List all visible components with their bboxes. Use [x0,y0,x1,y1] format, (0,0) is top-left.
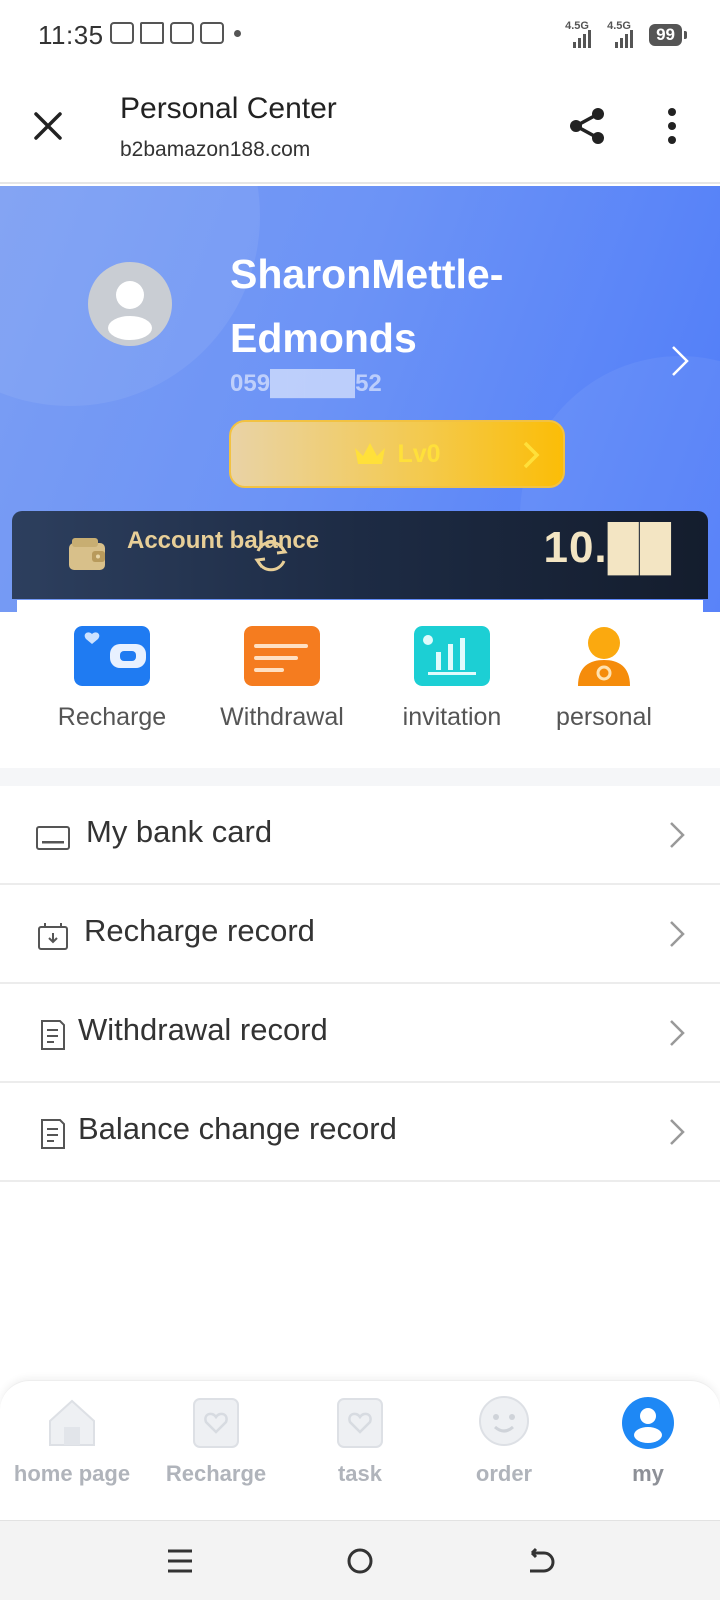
quick-actions: Recharge Withdrawal invitation personal [17,600,703,768]
chevron-right-icon [670,1119,685,1145]
tab-label: my [632,1461,664,1486]
recharge-action[interactable]: Recharge [42,626,182,732]
menu-item-recharge-record[interactable]: Recharge record [0,885,720,984]
app-notification-icon [170,22,194,44]
status-bar: 11:35 4.5G 4.5G 99 [0,0,720,72]
balance-card: Account balance 10.██ [12,511,708,599]
menu-item-label: Balance change record [78,1111,397,1146]
game-notification-icon [200,22,224,44]
action-label: Recharge [57,703,167,731]
more-notifications-dot-icon [234,29,241,37]
menu-icon[interactable] [160,1541,200,1581]
crown-icon [355,443,386,464]
balance-value: 10.██ [543,523,672,572]
signal-icon: 4.5G [565,20,597,48]
recharge-record-icon [38,923,68,950]
tab-home[interactable]: home page [12,1395,132,1488]
personal-action[interactable]: personal [534,626,674,732]
close-icon [34,112,62,140]
notification-icons [110,22,241,44]
tab-task[interactable]: task [300,1395,420,1488]
document-icon [41,1119,65,1149]
withdrawal-action[interactable]: Withdrawal [212,626,352,732]
invitation-action[interactable]: invitation [382,626,522,732]
username: SharonMettle-Edmonds [230,251,504,361]
battery-icon: 99 [649,24,687,46]
share-icon [570,108,604,144]
chevron-right-icon [523,441,540,469]
system-navigation-bar [0,1520,720,1600]
vip-level-button[interactable]: Lv0 [229,420,565,488]
tab-my[interactable]: my [588,1395,708,1488]
page-title: Personal Center [120,92,337,125]
action-label: invitation [402,703,502,731]
signal-icon: 4.5G [607,20,639,48]
bill-icon [244,626,320,686]
browser-header: Personal Center b2bamazon188.com [0,72,720,184]
status-time: 11:35 [38,20,104,50]
tab-label: Recharge [165,1461,267,1486]
avatar[interactable] [88,262,172,346]
chevron-right-icon [670,1020,685,1046]
user-gear-icon [578,627,630,686]
menu-item-bank-card[interactable]: My bank card [0,786,720,885]
section-divider [0,768,720,786]
more-vertical-icon [668,108,676,144]
home-button-icon[interactable] [340,1541,380,1581]
document-icon [41,1020,65,1050]
share-button[interactable] [566,104,610,148]
tab-label: home page [13,1461,131,1486]
menu-item-label: Recharge record [84,913,315,948]
close-button[interactable] [26,104,70,148]
menu-item-withdrawal-record[interactable]: Withdrawal record [0,984,720,1083]
action-label: Withdrawal [220,703,344,731]
refresh-icon[interactable] [250,535,292,577]
tab-recharge[interactable]: Recharge [156,1395,276,1488]
heart-card-icon [337,1398,383,1448]
page-url: b2bamazon188.com [120,138,311,161]
back-icon[interactable] [520,1541,560,1581]
tab-label: order [475,1461,533,1486]
wallet-card-icon [74,626,150,686]
user-icon [622,1397,674,1449]
chart-icon [414,626,490,686]
home-icon [49,1399,95,1446]
menu-item-balance-change-record[interactable]: Balance change record [0,1083,720,1182]
tab-label: task [337,1461,383,1486]
vip-level: Lv0 [397,439,441,468]
wallet-icon [69,538,105,570]
menu-item-label: My bank card [86,814,273,849]
tab-order[interactable]: order [444,1395,564,1488]
menu-item-label: Withdrawal record [78,1012,328,1047]
bank-card-icon [36,826,70,850]
chevron-right-icon [670,921,685,947]
mail-notification-icon [140,22,164,44]
chat-face-icon [479,1396,529,1446]
phone-number: 059█████52 [230,370,382,397]
action-label: personal [556,703,652,731]
bottom-tab-bar: home page Recharge task order my [0,1380,720,1520]
chevron-right-icon [670,822,685,848]
chevron-right-icon[interactable] [668,344,692,378]
heart-card-icon [193,1398,239,1448]
more-options-button[interactable] [650,104,694,148]
user-avatar-icon [108,281,152,340]
menu-list: My bank card Recharge record Withdrawal … [0,786,720,1182]
chat-notification-icon [110,22,134,44]
